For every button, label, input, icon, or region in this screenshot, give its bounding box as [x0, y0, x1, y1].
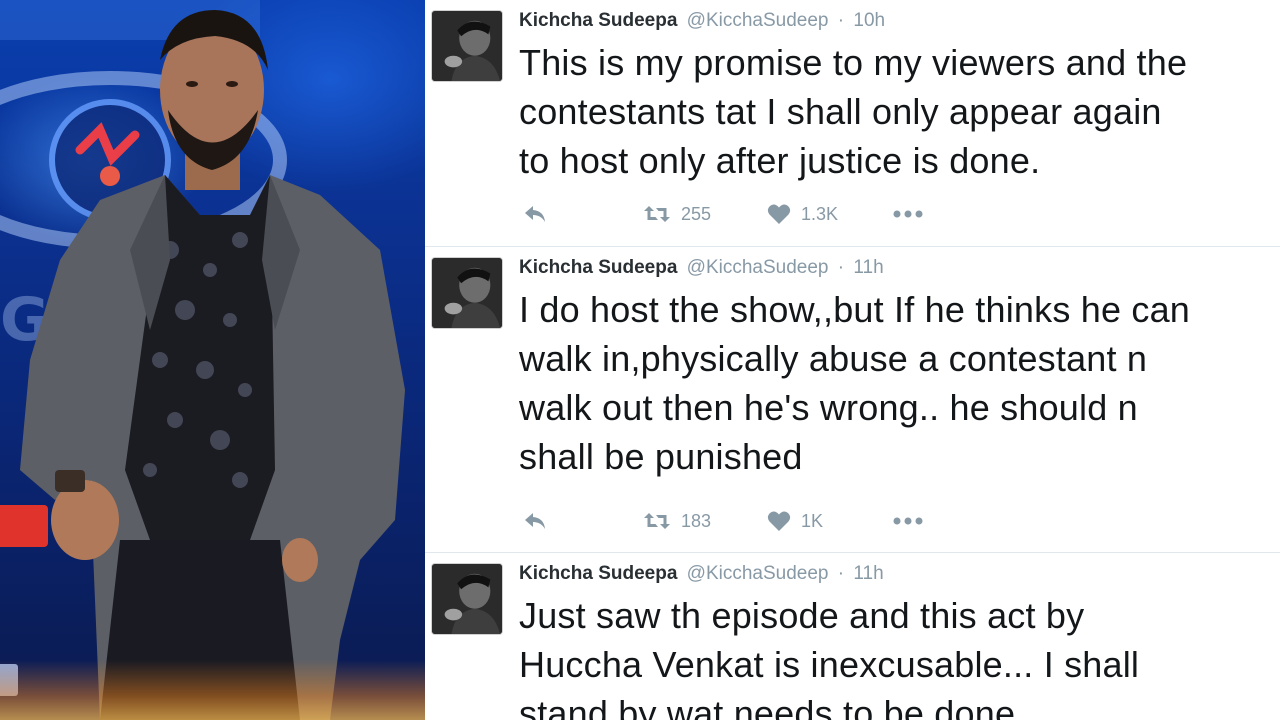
- meta-separator: ·: [837, 10, 845, 31]
- author-name[interactable]: Kichcha Sudeepa: [519, 257, 677, 278]
- timestamp[interactable]: 11h: [853, 563, 883, 584]
- like-button[interactable]: 1K: [767, 510, 892, 532]
- author-name[interactable]: Kichcha Sudeepa: [519, 10, 677, 31]
- author-handle[interactable]: @KicchaSudeep: [687, 10, 829, 31]
- tweet-text-line: shall be punished: [519, 436, 803, 477]
- avatar[interactable]: [431, 10, 503, 82]
- tweet-text: I do host the show,,but If he thinks he …: [519, 285, 1279, 481]
- heart-icon: [767, 204, 791, 224]
- tweet-header: Kichcha Sudeepa @KicchaSudeep · 11h: [519, 563, 884, 585]
- retweet-count: 183: [681, 510, 712, 531]
- more-icon: [893, 517, 923, 525]
- heart-icon: [767, 511, 791, 531]
- stage-red-tag: [0, 505, 48, 547]
- tweet-actions: 255 1.3K: [523, 200, 932, 228]
- author-name[interactable]: Kichcha Sudeepa: [519, 563, 677, 584]
- tweet-feed: Kichcha Sudeepa @KicchaSudeep · 10h This…: [425, 0, 1280, 720]
- tweet-text-line: to host only after justice is done.: [519, 140, 1041, 181]
- more-button[interactable]: [892, 209, 932, 219]
- like-count: 1.3K: [801, 203, 839, 224]
- avatar[interactable]: [431, 563, 503, 635]
- reply-button[interactable]: [523, 204, 643, 224]
- tweet-text: This is my promise to my viewers and the…: [519, 38, 1279, 185]
- avatar-image: [432, 564, 502, 634]
- tweet-text: Just saw th episode and this act by Hucc…: [519, 591, 1279, 720]
- avatar-image: [432, 258, 502, 328]
- tweet-actions: 183 1K: [523, 507, 932, 535]
- tweet-header: Kichcha Sudeepa @KicchaSudeep · 10h: [519, 10, 885, 32]
- retweet-button[interactable]: 183: [643, 511, 767, 532]
- retweet-icon: [644, 206, 670, 222]
- tweet-text-line: contestants tat I shall only appear agai…: [519, 91, 1162, 132]
- tweet-text-line: Just saw th episode and this act by: [519, 595, 1085, 636]
- reply-icon: [525, 513, 545, 529]
- tweet-header: Kichcha Sudeepa @KicchaSudeep · 11h: [519, 257, 884, 279]
- retweet-button[interactable]: 255: [643, 204, 767, 225]
- avatar-image: [432, 11, 502, 81]
- reply-button[interactable]: [523, 511, 643, 531]
- tweet-text-line: stand by wat needs to be done.: [519, 693, 1026, 720]
- meta-separator: ·: [837, 563, 845, 584]
- host-figure-illustration: G: [0, 0, 405, 720]
- tweet-text-line: walk out then he's wrong.. he should n: [519, 387, 1138, 428]
- host-photo: G: [0, 0, 425, 720]
- tweet[interactable]: Kichcha Sudeepa @KicchaSudeep · 10h This…: [425, 0, 1280, 246]
- reply-icon: [525, 206, 545, 222]
- stage-floor-glow: [0, 660, 425, 720]
- retweet-count: 255: [681, 203, 712, 224]
- tweet-text-line: I do host the show,,but If he thinks he …: [519, 289, 1191, 330]
- timestamp[interactable]: 11h: [853, 257, 883, 278]
- more-icon: [893, 210, 923, 218]
- tweet[interactable]: Kichcha Sudeepa @KicchaSudeep · 11h I do…: [425, 247, 1280, 552]
- retweet-icon: [644, 513, 670, 529]
- like-button[interactable]: 1.3K: [767, 203, 892, 225]
- like-count: 1K: [801, 510, 824, 531]
- timestamp[interactable]: 10h: [853, 10, 885, 31]
- tweet-text-line: Huccha Venkat is inexcusable... I shall: [519, 644, 1140, 685]
- author-handle[interactable]: @KicchaSudeep: [687, 563, 829, 584]
- more-button[interactable]: [892, 516, 932, 526]
- tweet-text-line: walk in,physically abuse a contestant n: [519, 338, 1148, 379]
- tweet-text-line: This is my promise to my viewers and the: [519, 42, 1188, 83]
- tweet[interactable]: Kichcha Sudeepa @KicchaSudeep · 11h Just…: [425, 553, 1280, 720]
- author-handle[interactable]: @KicchaSudeep: [687, 257, 829, 278]
- avatar[interactable]: [431, 257, 503, 329]
- meta-separator: ·: [837, 257, 845, 278]
